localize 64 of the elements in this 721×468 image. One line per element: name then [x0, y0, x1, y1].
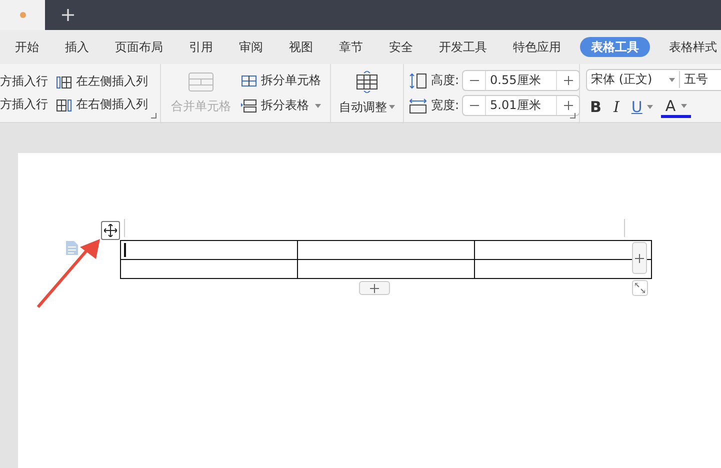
minus-icon — [470, 80, 479, 81]
size-label: 宽度: — [431, 97, 460, 114]
resize-table-button[interactable] — [632, 280, 648, 296]
caret-icon — [315, 104, 321, 108]
menu-tab[interactable]: 特色应用 — [503, 37, 571, 57]
dialog-launcher-icon[interactable] — [151, 113, 157, 119]
menu-tab[interactable]: 插入 — [55, 37, 99, 57]
table-cell[interactable] — [474, 240, 652, 260]
plus-icon — [564, 76, 573, 85]
table-resize-icon — [355, 70, 379, 92]
split-cell-icon — [241, 74, 257, 88]
format-button[interactable]: I — [609, 96, 624, 118]
table-cell[interactable] — [120, 240, 298, 260]
split-button[interactable]: 拆分表格 — [241, 97, 321, 114]
menu-tab[interactable]: 章节 — [329, 37, 373, 57]
size-spinner[interactable]: 0.55厘米 — [462, 70, 580, 91]
caret-icon — [647, 105, 654, 109]
pointer-arrow — [36, 237, 102, 309]
size-spinner[interactable]: 5.01厘米 — [462, 95, 580, 116]
menu-tab[interactable]: 审阅 — [229, 37, 273, 57]
text-cursor — [124, 243, 126, 258]
menu-tab[interactable]: 开始 — [5, 37, 49, 57]
table-move-handle[interactable] — [101, 221, 120, 240]
plus-icon — [564, 101, 573, 110]
add-column-button[interactable] — [632, 242, 647, 274]
plus-icon — [635, 254, 644, 262]
insert-column-right-icon — [56, 98, 72, 112]
menu-tab[interactable]: 视图 — [279, 37, 323, 57]
move-icon — [104, 224, 117, 237]
auto-fit-button[interactable]: 自动调整 — [339, 70, 395, 116]
menu-tab[interactable]: 引用 — [179, 37, 223, 57]
dialog-launcher-icon[interactable] — [570, 113, 576, 119]
row-height-icon — [408, 72, 428, 88]
format-button[interactable]: B — [586, 96, 606, 118]
menu-tab[interactable]: 开发工具 — [429, 37, 497, 57]
document-icon — [66, 241, 78, 255]
insert-button[interactable]: 在右侧插入列 — [56, 96, 148, 113]
split-button[interactable]: 拆分单元格 — [241, 72, 321, 89]
insert-button[interactable]: 方插入行 — [0, 73, 48, 90]
merge-cells-icon — [188, 72, 214, 92]
minus-icon — [470, 105, 479, 106]
column-width-icon — [408, 98, 428, 114]
insert-button[interactable]: 在左侧插入列 — [56, 73, 148, 90]
menu-tab[interactable]: 安全 — [379, 37, 423, 57]
caret-icon — [680, 104, 687, 108]
caret-icon — [389, 105, 395, 109]
table-cell[interactable] — [120, 260, 298, 278]
resize-icon — [635, 283, 645, 293]
add-row-button[interactable] — [359, 281, 390, 295]
format-button[interactable]: U — [627, 96, 658, 118]
caret-icon — [669, 78, 675, 82]
plus-icon — [370, 284, 379, 292]
font-size-dropdown[interactable]: 五号 — [679, 71, 721, 88]
table-cell[interactable] — [298, 240, 474, 260]
insert-button[interactable]: 方插入行 — [0, 96, 48, 113]
font-dropdown[interactable]: 宋体 (正文) — [587, 71, 679, 88]
menu-tab[interactable]: 页面布局 — [105, 37, 173, 57]
menu-tab[interactable]: 表格样式 — [659, 37, 721, 57]
format-button[interactable]: A — [661, 96, 691, 118]
split-table-icon — [241, 98, 257, 112]
table-cell[interactable] — [298, 260, 474, 278]
plus-icon — [62, 9, 74, 21]
insert-column-left-icon — [56, 74, 72, 88]
size-label: 高度: — [431, 72, 460, 89]
